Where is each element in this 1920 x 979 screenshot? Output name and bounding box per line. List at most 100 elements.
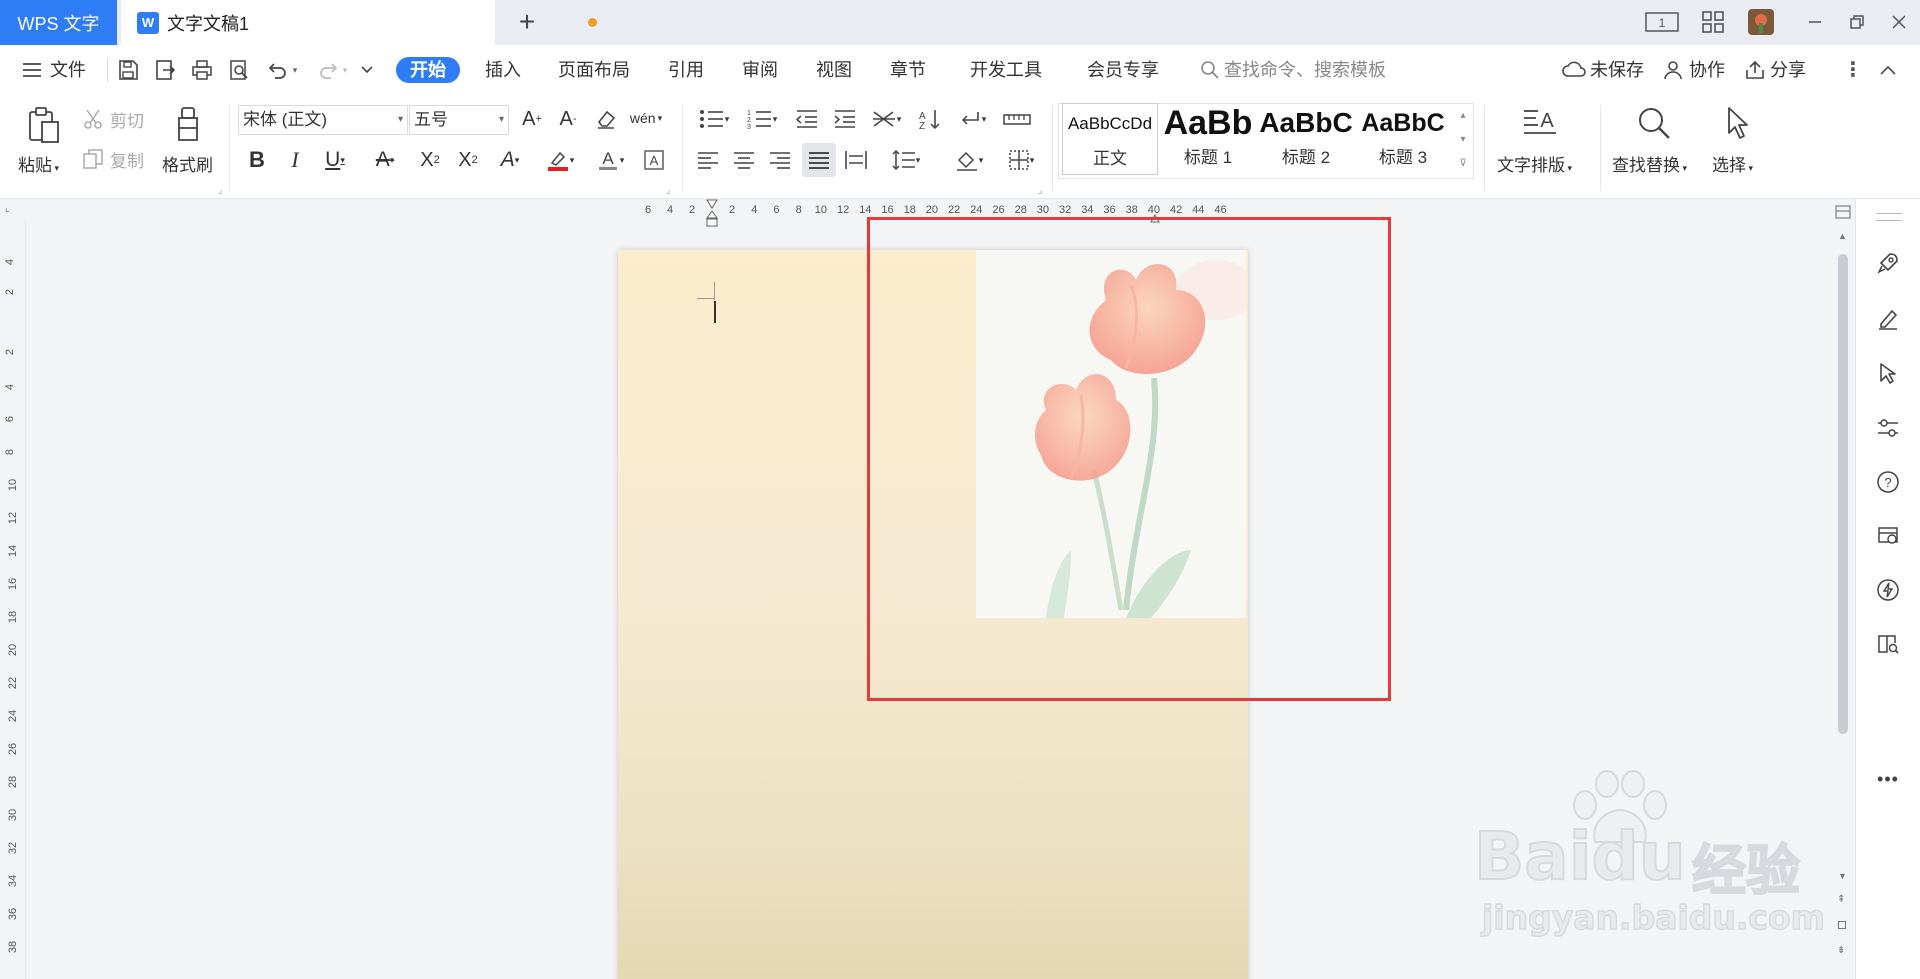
cut-button[interactable]: 剪切 (82, 107, 144, 131)
print-button[interactable] (190, 59, 214, 81)
collapse-ribbon-button[interactable] (1876, 59, 1900, 81)
more-options-button[interactable]: ⋮ (1843, 57, 1863, 83)
character-border-button[interactable]: A (640, 145, 668, 175)
phonetic-guide-button[interactable]: wén ▾ (628, 103, 664, 133)
scroll-up-arrow[interactable]: ▲ (1838, 231, 1847, 241)
sidebar-more-button[interactable]: ••• (1874, 765, 1902, 793)
align-left-button[interactable] (694, 145, 722, 175)
tab-review[interactable]: 审阅 (742, 57, 778, 83)
sidebar-rocket-button[interactable] (1874, 249, 1902, 277)
decrease-indent-button[interactable] (792, 105, 822, 133)
undo-dropdown[interactable]: ▾ (289, 59, 301, 81)
increase-indent-button[interactable] (830, 105, 860, 133)
redo-dropdown[interactable]: ▾ (339, 59, 351, 81)
tab-references[interactable]: 引用 (668, 57, 704, 83)
app-home-tab[interactable]: WPS 文字 (0, 0, 117, 45)
cloud-save-status[interactable]: 未保存 (1562, 57, 1644, 83)
line-spacing-button[interactable]: ▾ (886, 145, 926, 175)
font-launcher-icon[interactable]: ⌟ (666, 185, 670, 196)
sidebar-reading-button[interactable] (1874, 630, 1902, 658)
clipboard-launcher-icon[interactable]: ⌟ (218, 185, 222, 196)
chinese-layout-button[interactable]: ▾ (866, 105, 906, 133)
export-pdf-button[interactable] (153, 59, 177, 81)
vertical-scrollbar[interactable]: ▲ ▼ ⇞ ⇟ (1832, 199, 1855, 979)
page-thumbnail-toggle[interactable] (1835, 205, 1851, 219)
borders-button[interactable]: ▾ (1000, 145, 1042, 175)
close-button[interactable] (1884, 6, 1914, 38)
print-preview-button[interactable] (227, 59, 251, 81)
tab-page-layout[interactable]: 页面布局 (558, 57, 630, 83)
paragraph-launcher-icon[interactable]: ⌟ (1038, 185, 1042, 196)
text-layout-button[interactable]: A (1520, 103, 1560, 143)
command-search[interactable]: 查找命令、搜索模板 (1200, 57, 1386, 83)
underline-button[interactable]: U ▾ (316, 145, 354, 175)
clear-format-button[interactable] (592, 105, 620, 133)
style-normal[interactable]: AaBbCcDd 正文 (1062, 103, 1158, 175)
format-painter-button[interactable] (170, 103, 210, 147)
styles-scroll-up[interactable]: ▴ (1454, 105, 1472, 125)
select-browse-object[interactable] (1838, 921, 1846, 929)
select-button[interactable] (1718, 103, 1758, 143)
superscript-button[interactable]: X2 (414, 145, 446, 175)
paste-button[interactable] (20, 103, 68, 147)
customize-toolbar-button[interactable] (355, 59, 379, 81)
strikethrough-button[interactable]: A ▾ (366, 145, 404, 175)
save-button[interactable] (116, 59, 140, 81)
sidebar-properties-button[interactable] (1874, 414, 1902, 442)
sort-button[interactable]: AZ (914, 105, 944, 133)
subscript-button[interactable]: X2 (452, 145, 484, 175)
bullet-list-button[interactable]: ▾ (694, 105, 734, 133)
tab-home[interactable]: 开始 (396, 57, 460, 83)
tab-member[interactable]: 会员专享 (1087, 57, 1159, 83)
show-marks-button[interactable]: ▾ (952, 105, 992, 133)
tab-developer[interactable]: 开发工具 (970, 57, 1042, 83)
left-indent-marker[interactable] (706, 199, 718, 229)
file-menu-button[interactable]: 文件 (22, 57, 86, 83)
font-name-select[interactable]: 宋体 (正文) ▾ (238, 105, 408, 135)
add-tab-button[interactable]: + (510, 5, 544, 39)
align-center-button[interactable] (730, 145, 758, 175)
font-color-button[interactable]: A ▾ (590, 145, 630, 175)
tab-insert[interactable]: 插入 (485, 57, 521, 83)
font-size-select[interactable]: 五号 ▾ (409, 105, 509, 135)
numbered-list-button[interactable]: 1 2 3 ▾ (742, 105, 782, 133)
increase-font-button[interactable]: A + (518, 105, 546, 133)
sidebar-drag-handle[interactable] (1876, 213, 1902, 221)
sidebar-quick-actions-button[interactable] (1874, 576, 1902, 604)
styles-scroll-down[interactable]: ▾ (1454, 129, 1472, 149)
copy-button[interactable]: 复制 (82, 147, 144, 171)
text-effect-button[interactable]: A ▾ (490, 145, 530, 175)
align-right-button[interactable] (766, 145, 794, 175)
collaborate-button[interactable]: 协作 (1663, 57, 1725, 83)
minimize-button[interactable] (1800, 6, 1830, 38)
tab-view[interactable]: 视图 (816, 57, 852, 83)
shading-button[interactable]: ▾ (948, 145, 990, 175)
apps-grid-button[interactable] (1697, 6, 1729, 38)
decrease-font-button[interactable]: A- (554, 105, 582, 133)
tab-chapter[interactable]: 章节 (890, 57, 926, 83)
styles-expand[interactable]: ⊽ (1454, 153, 1472, 173)
italic-button[interactable]: I (282, 145, 308, 175)
tab-stops-button[interactable] (1000, 105, 1034, 133)
distributed-align-button[interactable] (842, 145, 870, 175)
sidebar-select-button[interactable] (1874, 359, 1902, 387)
style-heading-3[interactable]: AaBbC 标题 3 (1355, 103, 1451, 175)
redo-button[interactable] (316, 59, 340, 81)
page-view-button[interactable]: 1 (1643, 6, 1681, 38)
highlight-button[interactable]: ▾ (540, 145, 580, 175)
sidebar-store-button[interactable] (1874, 522, 1902, 550)
restore-button[interactable] (1842, 6, 1872, 38)
share-button[interactable]: 分享 (1744, 57, 1806, 83)
style-heading-2[interactable]: AaBbC 标题 2 (1258, 103, 1354, 175)
document-tab[interactable]: W 文字文稿1 (121, 0, 597, 45)
next-page-button[interactable]: ⇟ (1837, 945, 1845, 956)
vertical-ruler[interactable]: 4 2 2 4 6 8 10 12 14 16 18 20 22 24 26 28 30 32 34 36 38 (0, 221, 26, 979)
bold-button[interactable]: B (244, 145, 270, 175)
undo-button[interactable] (266, 59, 290, 81)
style-heading-1[interactable]: AaBb 标题 1 (1160, 103, 1256, 175)
previous-page-button[interactable]: ⇞ (1837, 894, 1845, 905)
scrollbar-thumb[interactable] (1838, 254, 1848, 734)
scroll-down-arrow[interactable]: ▼ (1838, 871, 1847, 881)
sidebar-pen-button[interactable] (1874, 304, 1902, 332)
justify-button[interactable] (802, 143, 836, 177)
